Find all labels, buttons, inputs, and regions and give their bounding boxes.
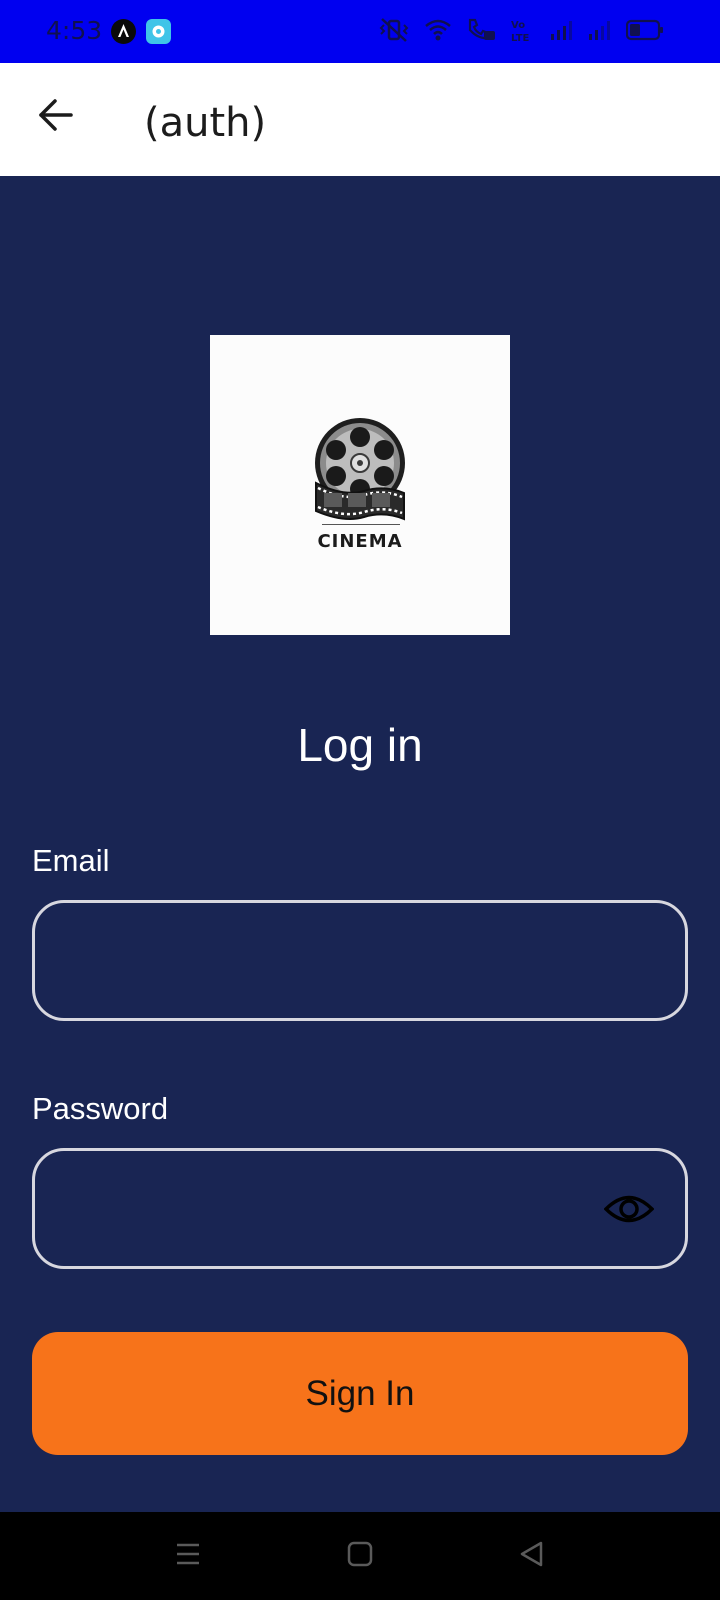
- back-icon: [518, 1540, 546, 1572]
- system-back-button[interactable]: [510, 1534, 554, 1578]
- password-field-container: [32, 1148, 688, 1269]
- login-title: Log in: [297, 719, 423, 771]
- email-field[interactable]: [35, 903, 685, 1018]
- app-a-icon: [111, 19, 136, 44]
- login-screen: 4:53 Vo LTE (auth) CINEMA Log in Email P…: [0, 0, 720, 1600]
- home-button[interactable]: [338, 1534, 382, 1578]
- volte-icon: Vo LTE: [510, 17, 536, 47]
- home-icon: [346, 1540, 374, 1572]
- email-field-container: [32, 900, 688, 1021]
- cinema-logo: CINEMA: [210, 335, 510, 635]
- password-label: Password: [32, 1091, 169, 1126]
- svg-text:Vo: Vo: [511, 20, 525, 31]
- sign-in-button[interactable]: Sign In: [32, 1332, 688, 1455]
- email-label: Email: [32, 843, 110, 878]
- page-title: (auth): [144, 100, 267, 146]
- eye-icon: [603, 1192, 655, 1230]
- vibrate-icon: [378, 17, 410, 47]
- app-b-icon: [146, 19, 171, 44]
- battery-icon: [625, 19, 664, 45]
- arrow-left-icon: [37, 98, 75, 136]
- password-field[interactable]: [35, 1151, 685, 1266]
- svg-text:LTE: LTE: [511, 33, 530, 43]
- app-header: (auth): [0, 63, 720, 176]
- film-reel-icon: [314, 417, 406, 529]
- menu-icon: [174, 1540, 202, 1572]
- password-visibility-toggle[interactable]: [603, 1187, 655, 1235]
- logo-text: CINEMA: [317, 531, 403, 552]
- signal-2-icon: [588, 18, 612, 46]
- system-nav-bar: [0, 1512, 720, 1600]
- status-bar: 4:53 Vo LTE: [0, 0, 720, 63]
- recent-apps-button[interactable]: [166, 1534, 210, 1578]
- status-time: 4:53: [46, 16, 103, 45]
- wifi-calling-icon: [466, 17, 496, 47]
- wifi-icon: [424, 17, 452, 47]
- signal-1-icon: [550, 18, 574, 46]
- back-button[interactable]: [30, 91, 82, 143]
